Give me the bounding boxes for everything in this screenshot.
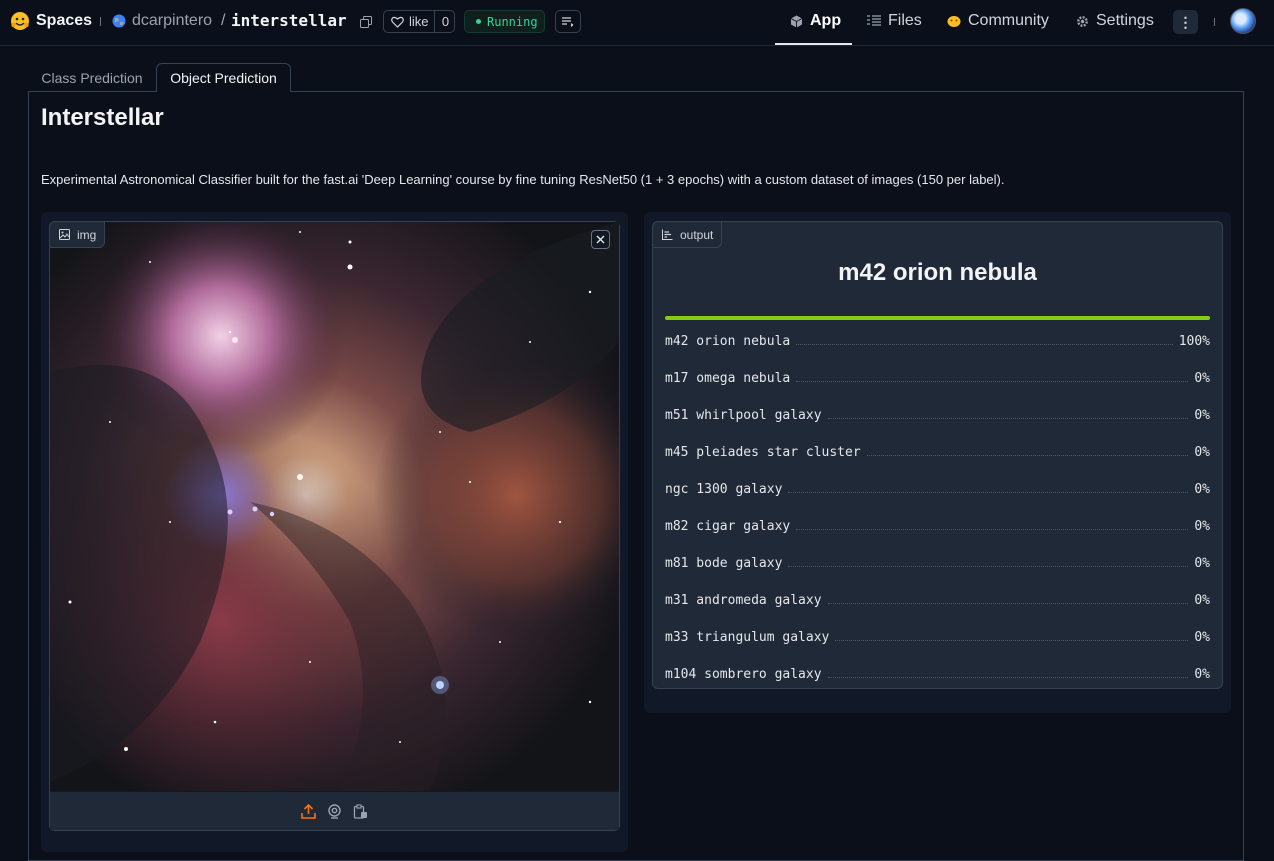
tab-object-prediction[interactable]: Object Prediction (156, 63, 291, 92)
dotted-leader (827, 418, 1189, 419)
divider (100, 17, 101, 26)
confidence-row[interactable]: m31 andromeda galaxy 0% (665, 582, 1210, 619)
tab-files[interactable]: Files (867, 12, 922, 30)
confidence-value: 0% (1194, 445, 1210, 460)
confidence-label: m81 bode galaxy (665, 556, 783, 571)
logs-icon (562, 16, 574, 27)
top-prediction: m42 orion nebula (838, 259, 1037, 286)
confidence-value: 100% (1178, 334, 1210, 349)
dotted-leader (866, 455, 1189, 456)
dotted-leader (827, 677, 1189, 678)
dotted-leader (796, 529, 1189, 530)
confidence-row[interactable]: m81 bode galaxy 0% (665, 545, 1210, 582)
repo-name-link[interactable]: interstellar (231, 11, 347, 30)
confidence-value: 0% (1194, 408, 1210, 423)
dotted-leader (796, 344, 1173, 345)
confidence-list: m42 orion nebula 100% m17 omega nebula 0% m5… (665, 323, 1210, 693)
divider (1214, 18, 1215, 26)
like-button[interactable]: like 0 (383, 10, 455, 33)
output-label-text: output (680, 227, 714, 242)
clear-image-button[interactable] (591, 230, 610, 249)
heart-icon (391, 16, 404, 28)
like-count[interactable]: 0 (434, 11, 456, 32)
status-label: Running (487, 14, 538, 29)
label-icon (662, 229, 673, 240)
like-label: like (409, 14, 429, 29)
confidence-row[interactable]: m45 pleiades star cluster 0% (665, 434, 1210, 471)
confidence-row[interactable]: m42 orion nebula 100% (665, 323, 1210, 360)
webcam-icon[interactable] (327, 803, 342, 819)
dotted-leader (827, 603, 1189, 604)
tab-app-label: App (810, 12, 842, 29)
clipboard-icon[interactable] (353, 803, 368, 819)
page-title: Interstellar (41, 104, 164, 131)
tab-community-label: Community (968, 12, 1049, 29)
confidence-bar-fill (665, 316, 1210, 320)
confidence-row[interactable]: ngc 1300 galaxy 0% (665, 471, 1210, 508)
tab-settings-label: Settings (1096, 12, 1154, 29)
cube-icon (790, 15, 803, 27)
files-icon (867, 15, 881, 26)
tab-app[interactable]: App (790, 12, 841, 30)
globe-icon (112, 14, 126, 28)
dotted-leader (788, 492, 1189, 493)
confidence-value: 0% (1194, 482, 1210, 497)
confidence-value: 0% (1194, 519, 1210, 534)
image-source-toolbar (50, 792, 619, 830)
owner-link[interactable]: dcarpintero (132, 12, 212, 30)
tab-settings[interactable]: Settings (1076, 12, 1154, 30)
image-input-label: img (49, 221, 106, 248)
tab-class-prediction[interactable]: Class Prediction (28, 63, 156, 92)
confidence-value: 0% (1194, 630, 1210, 645)
copy-icon[interactable] (360, 16, 372, 28)
more-options-button[interactable]: ⋮ (1173, 10, 1198, 34)
image-icon (59, 229, 70, 240)
confidence-row[interactable]: m82 cigar galaxy 0% (665, 508, 1210, 545)
confidence-label: m17 omega nebula (665, 371, 791, 386)
tab-files-label: Files (888, 12, 922, 29)
confidence-label: m42 orion nebula (665, 334, 791, 349)
dotted-leader (796, 381, 1189, 382)
community-icon (947, 15, 961, 27)
close-icon (596, 235, 605, 244)
tab-community[interactable]: Community (947, 12, 1049, 30)
confidence-label: m31 andromeda galaxy (665, 593, 822, 608)
confidence-label: m82 cigar galaxy (665, 519, 791, 534)
confidence-label: ngc 1300 galaxy (665, 482, 783, 497)
confidence-label: m51 whirlpool galaxy (665, 408, 822, 423)
confidence-row[interactable]: m104 sombrero galaxy 0% (665, 656, 1210, 693)
status-dot-icon (476, 19, 481, 24)
confidence-row[interactable]: m17 omega nebula 0% (665, 360, 1210, 397)
hugging-face-logo-icon[interactable] (10, 11, 30, 31)
logs-button[interactable] (555, 10, 581, 33)
confidence-value: 0% (1194, 556, 1210, 571)
confidence-value: 0% (1194, 371, 1210, 386)
dotted-leader (788, 566, 1189, 567)
confidence-label: m45 pleiades star cluster (665, 445, 861, 460)
dotted-leader (835, 640, 1189, 641)
path-separator: / (221, 12, 226, 29)
user-avatar[interactable] (1230, 8, 1256, 34)
app-description: Experimental Astronomical Classifier bui… (41, 172, 1005, 187)
gear-icon (1077, 15, 1088, 27)
confidence-value: 0% (1194, 593, 1210, 608)
confidence-bar (665, 316, 1210, 320)
confidence-row[interactable]: m33 triangulum galaxy 0% (665, 619, 1210, 656)
active-tab-indicator (775, 43, 852, 45)
status-badge[interactable]: Running (464, 10, 545, 33)
output-label: output (652, 221, 723, 248)
confidence-value: 0% (1194, 667, 1210, 682)
confidence-row[interactable]: m51 whirlpool galaxy 0% (665, 397, 1210, 434)
confidence-label: m104 sombrero galaxy (665, 667, 822, 682)
uploaded-image (50, 222, 619, 791)
top-bar: Spaces dcarpintero / interstellar like 0… (0, 0, 1274, 46)
upload-icon[interactable] (301, 803, 316, 819)
confidence-label: m33 triangulum galaxy (665, 630, 830, 645)
spaces-link[interactable]: Spaces (36, 12, 92, 30)
image-input-label-text: img (77, 227, 97, 242)
